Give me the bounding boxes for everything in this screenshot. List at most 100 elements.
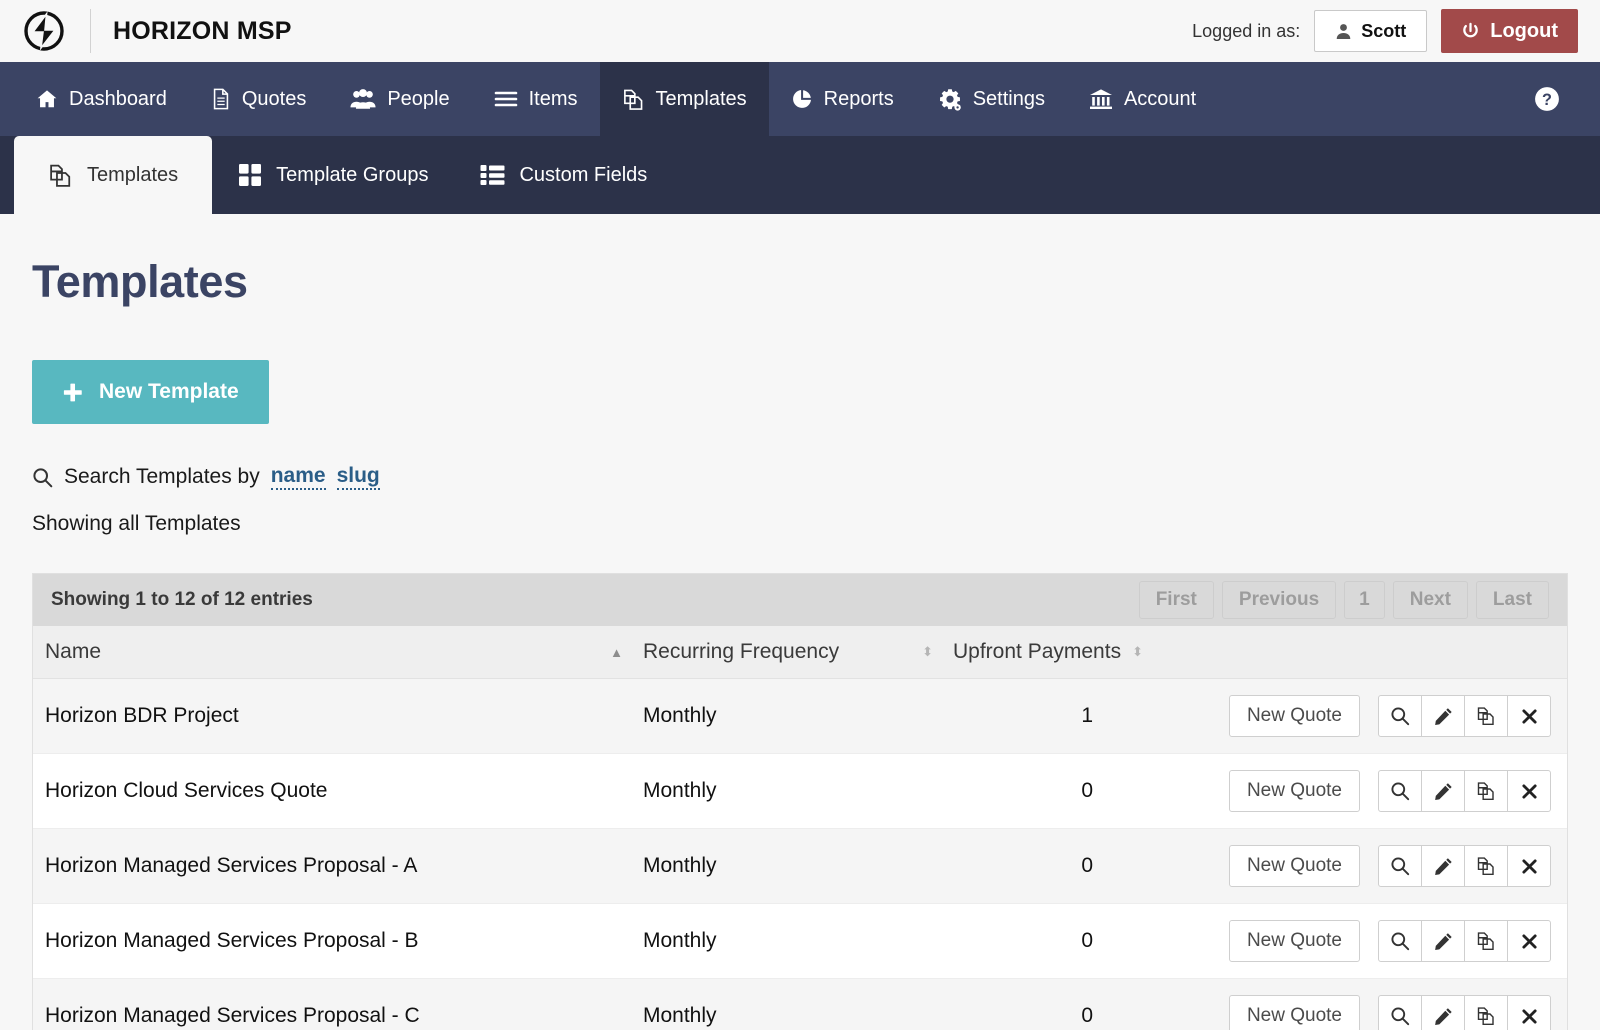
svg-text:?: ? [1542,91,1552,109]
view-template-button[interactable] [1378,995,1422,1030]
table-row: Horizon Managed Services Proposal - A Mon… [33,828,1567,904]
view-template-button[interactable] [1378,920,1422,962]
new-template-label: New Template [99,380,239,403]
table-row: Horizon BDR Project Monthly 1 New Quote [33,678,1567,754]
sort-both-icon: ⬍ [922,644,933,659]
search-by-slug-link[interactable]: slug [336,464,380,490]
brand-divider [90,9,91,53]
column-label: Recurring Frequency [643,640,840,663]
copy-icon [1476,856,1496,876]
nav-item-items[interactable]: Items [472,62,600,136]
column-header-upfront-payments[interactable]: Upfront Payments ⬍ [943,626,1153,679]
page-title: Templates [32,256,248,307]
cell-recurring-frequency: Monthly [633,828,943,904]
duplicate-template-button[interactable] [1464,995,1508,1030]
delete-template-button[interactable] [1507,770,1551,812]
new-quote-button[interactable]: New Quote [1228,845,1360,887]
cell-row-actions: New Quote [1153,828,1567,904]
view-template-button[interactable] [1378,770,1422,812]
edit-template-button[interactable] [1421,920,1465,962]
delete-template-button[interactable] [1507,920,1551,962]
edit-template-button[interactable] [1421,845,1465,887]
new-quote-button[interactable]: New Quote [1228,995,1360,1030]
templates-table-card: Showing 1 to 12 of 12 entries First Prev… [32,573,1568,1030]
user-chip[interactable]: Scott [1314,10,1428,52]
pagination-page-1-button[interactable]: 1 [1344,581,1385,619]
duplicate-template-button[interactable] [1464,770,1508,812]
edit-template-button[interactable] [1421,770,1465,812]
nav-item-dashboard[interactable]: Dashboard [0,62,189,136]
row-icon-button-group [1378,845,1551,887]
column-header-name[interactable]: Name ▲ [33,626,633,679]
view-template-button[interactable] [1378,695,1422,737]
pencil-icon [1434,1007,1453,1026]
row-actions: New Quote [1163,920,1551,962]
list-detail-icon [480,164,505,186]
cell-upfront-payments: 0 [943,753,1153,829]
horizon-bolt-logo-icon [22,9,66,53]
delete-template-button[interactable] [1507,695,1551,737]
pagination-first-button[interactable]: First [1138,581,1214,619]
copy-icon [622,88,645,111]
question-circle-icon: ? [1534,86,1560,112]
subnav-label: Templates [87,163,179,186]
showing-all-label: Showing all Templates [32,512,241,535]
duplicate-template-button[interactable] [1464,845,1508,887]
close-icon [1521,783,1538,800]
pencil-icon [1434,707,1453,726]
nav-item-templates[interactable]: Templates [599,62,769,136]
nav-label: Items [528,87,578,110]
subnav-item-custom-fields[interactable]: Custom Fields [454,136,673,214]
help-button[interactable]: ? [1534,62,1600,136]
search-by-name-link[interactable]: name [270,464,326,490]
column-label: Upfront Payments [953,640,1122,663]
new-quote-button[interactable]: New Quote [1228,770,1360,812]
delete-template-button[interactable] [1507,995,1551,1030]
list-icon [494,90,518,108]
pencil-icon [1434,857,1453,876]
pie-chart-icon [791,88,813,110]
home-icon [36,88,58,110]
subnav-item-template-groups[interactable]: Template Groups [212,136,454,214]
new-template-button[interactable]: New Template [32,360,269,424]
row-actions: New Quote [1163,995,1551,1030]
entries-count-label: Showing 1 to 12 of 12 entries [51,589,313,610]
document-icon [211,88,231,110]
column-header-recurring-frequency[interactable]: Recurring Frequency ⬍ [633,626,943,679]
pagination-last-button[interactable]: Last [1475,581,1549,619]
pagination-previous-button[interactable]: Previous [1221,581,1337,619]
new-quote-button[interactable]: New Quote [1228,920,1360,962]
table-body: Horizon BDR Project Monthly 1 New Quote Hori… [33,678,1567,1030]
nav-item-settings[interactable]: Settings [916,62,1067,136]
duplicate-template-button[interactable] [1464,920,1508,962]
nav-label: Quotes [241,87,307,110]
delete-template-button[interactable] [1507,845,1551,887]
logout-button[interactable]: Logout [1441,9,1578,53]
cell-recurring-frequency: Monthly [633,903,943,979]
nav-item-reports[interactable]: Reports [769,62,916,136]
edit-template-button[interactable] [1421,995,1465,1030]
cell-template-name: Horizon Managed Services Proposal - C [33,978,633,1030]
nav-item-quotes[interactable]: Quotes [189,62,328,136]
close-icon [1521,858,1538,875]
search-prefix-label: Search Templates by [64,465,260,488]
copy-icon [1476,706,1496,726]
edit-template-button[interactable] [1421,695,1465,737]
cell-recurring-frequency: Monthly [633,753,943,829]
top-bar-right: Logged in as: Scott Logout [1192,9,1578,53]
nav-label: Templates [655,87,747,110]
duplicate-template-button[interactable] [1464,695,1508,737]
copy-icon [48,163,73,188]
new-quote-button[interactable]: New Quote [1228,695,1360,737]
pagination-next-button[interactable]: Next [1392,581,1468,619]
grid-icon [238,163,262,187]
brand[interactable]: HORIZON MSP [22,9,292,53]
nav-item-account[interactable]: Account [1067,62,1218,136]
brand-name: HORIZON MSP [113,16,292,45]
power-icon [1461,22,1480,41]
copy-icon [1476,1006,1496,1026]
subnav-item-templates[interactable]: Templates [14,136,213,214]
sort-ascending-icon: ▲ [610,644,623,660]
nav-item-people[interactable]: People [328,62,471,136]
view-template-button[interactable] [1378,845,1422,887]
